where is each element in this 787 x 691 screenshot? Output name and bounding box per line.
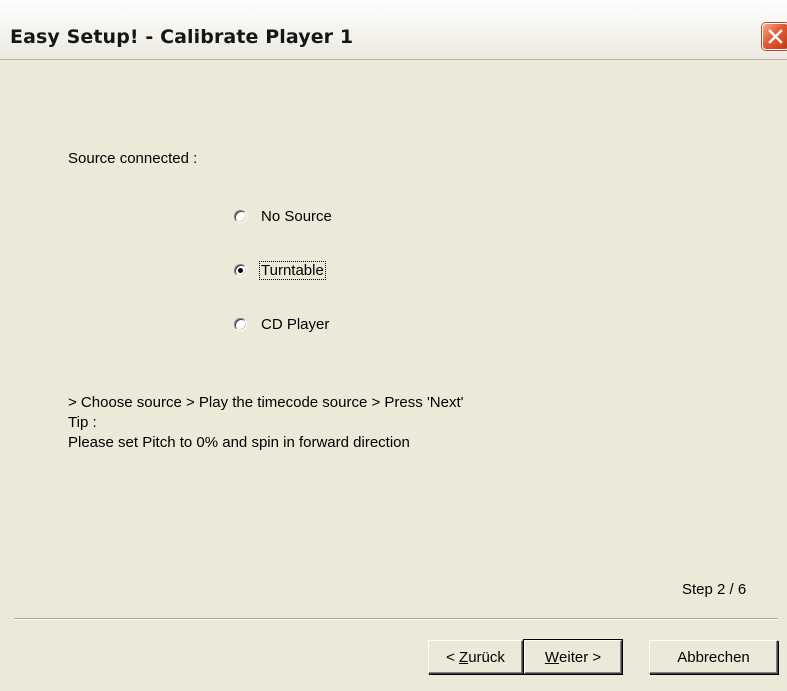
radio-button-cd-player[interactable] (234, 317, 247, 331)
next-button-mnemonic: W (544, 648, 560, 666)
radio-option-turntable[interactable]: Turntable (234, 259, 326, 281)
radio-option-cd-player[interactable]: CD Player (234, 313, 331, 335)
back-button-prefix: < (446, 648, 460, 666)
next-button[interactable]: Weiter > (523, 639, 623, 675)
tip-heading: Tip : (68, 414, 97, 431)
instruction-steps: > Choose source > Play the timecode sour… (68, 394, 464, 411)
close-button[interactable] (762, 23, 787, 50)
radio-label-cd-player[interactable]: CD Player (259, 315, 331, 334)
back-button-text: urück (468, 648, 505, 666)
close-icon (768, 29, 783, 44)
back-button[interactable]: < Zurück (428, 640, 523, 674)
back-button-mnemonic: Z (459, 648, 469, 666)
window-title: Easy Setup! - Calibrate Player 1 (10, 26, 354, 48)
title-bar[interactable]: Easy Setup! - Calibrate Player 1 (0, 0, 787, 60)
radio-option-no-source[interactable]: No Source (234, 205, 334, 227)
tip-text: Please set Pitch to 0% and spin in forwa… (68, 434, 410, 451)
next-button-text: eiter > (559, 648, 602, 666)
cancel-button[interactable]: Abbrechen (649, 640, 778, 674)
step-indicator: Step 2 / 6 (682, 581, 747, 598)
divider (14, 618, 778, 620)
dialog-body: Source connected : No Source Turntable C… (0, 60, 787, 691)
radio-label-no-source[interactable]: No Source (259, 207, 334, 226)
radio-label-turntable[interactable]: Turntable (259, 260, 326, 280)
source-connected-label: Source connected : (68, 150, 198, 167)
radio-button-turntable[interactable] (234, 263, 247, 277)
radio-button-no-source[interactable] (234, 209, 247, 223)
setup-dialog: Easy Setup! - Calibrate Player 1 Source … (0, 0, 787, 691)
